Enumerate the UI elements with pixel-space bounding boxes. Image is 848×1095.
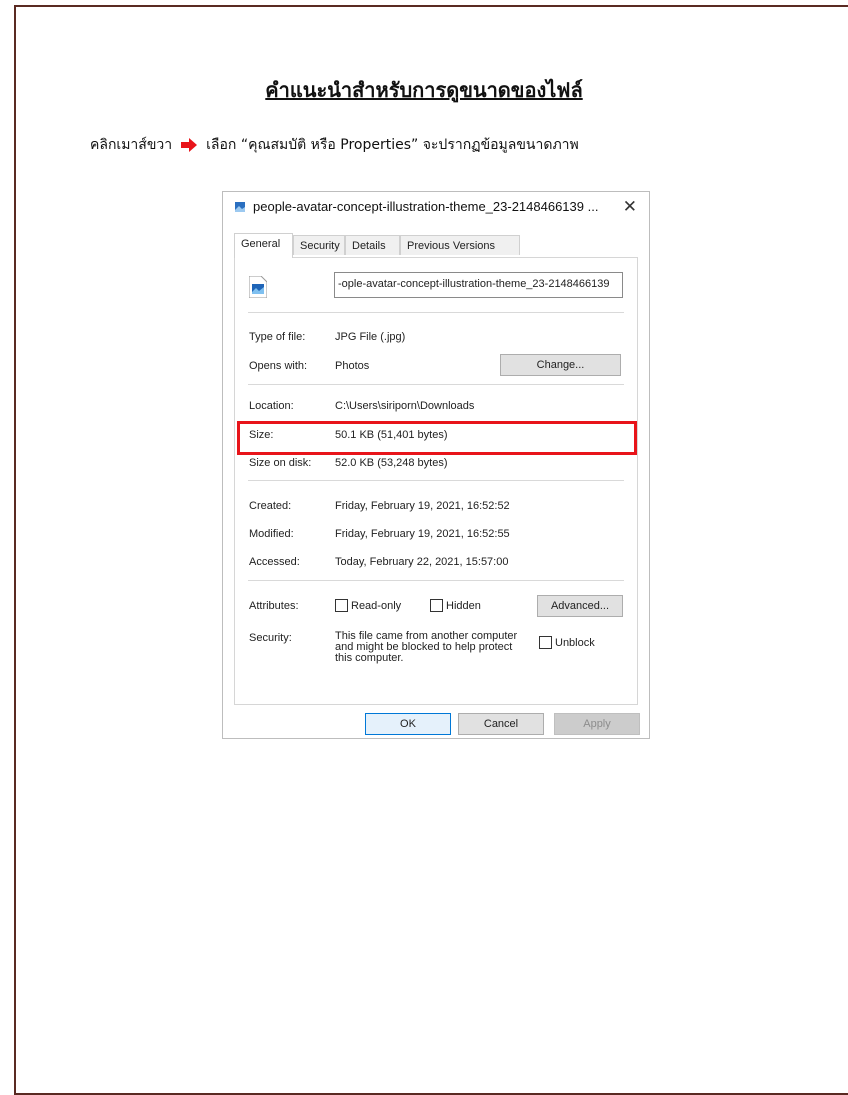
- advanced-button[interactable]: Advanced...: [537, 595, 623, 617]
- opens-with-value: Photos: [335, 360, 370, 372]
- filename-input[interactable]: -ople-avatar-concept-illustration-theme_…: [334, 272, 623, 298]
- opens-with-label: Opens with:: [249, 360, 308, 372]
- tab-general[interactable]: General: [234, 233, 293, 258]
- close-icon[interactable]: ✕: [623, 197, 637, 217]
- modified-value: Friday, February 19, 2021, 16:52:55: [335, 528, 510, 540]
- instruction-right-click-text: คลิกเมาส์ขวา: [90, 137, 173, 153]
- location-value: C:\Users\siriporn\Downloads: [335, 400, 475, 412]
- hidden-checkbox[interactable]: [430, 599, 443, 612]
- created-label: Created:: [249, 500, 292, 512]
- size-highlight-box: [237, 421, 637, 455]
- hidden-label: Hidden: [446, 600, 481, 612]
- unblock-checkbox[interactable]: [539, 636, 552, 649]
- size-on-disk-value: 52.0 KB (53,248 bytes): [335, 457, 448, 469]
- jpg-file-icon: [249, 276, 267, 298]
- tab-details[interactable]: Details: [345, 235, 400, 255]
- ok-button[interactable]: OK: [365, 713, 451, 735]
- dialog-title: people-avatar-concept-illustration-theme…: [253, 199, 599, 214]
- page-title: คำแนะนำสำหรับการดูขนาดของไฟล์: [265, 78, 583, 102]
- security-message-line: this computer.: [335, 652, 404, 664]
- separator: [248, 480, 624, 481]
- separator: [248, 580, 624, 581]
- instruction-select-properties-text: เลือก “คุณสมบัติ หรือ Properties” จะปราก…: [206, 137, 579, 153]
- security-message: This file came from another computer and…: [335, 631, 517, 664]
- tab-security[interactable]: Security: [293, 235, 345, 255]
- properties-dialog: people-avatar-concept-illustration-theme…: [222, 191, 650, 739]
- type-of-file-value: JPG File (.jpg): [335, 331, 406, 343]
- size-on-disk-label: Size on disk:: [249, 457, 312, 469]
- cancel-button[interactable]: Cancel: [458, 713, 544, 735]
- separator: [248, 312, 624, 313]
- change-button[interactable]: Change...: [500, 354, 621, 376]
- type-of-file-label: Type of file:: [249, 331, 306, 343]
- apply-button[interactable]: Apply: [554, 713, 640, 735]
- dialog-title-bar[interactable]: people-avatar-concept-illustration-theme…: [223, 192, 649, 222]
- separator: [248, 384, 624, 385]
- location-label: Location:: [249, 400, 294, 412]
- accessed-label: Accessed:: [249, 556, 300, 568]
- image-file-icon: [235, 202, 245, 212]
- instruction-line: คลิกเมาส์ขวา เลือก “คุณสมบัติ หรือ Prope…: [90, 134, 579, 156]
- created-value: Friday, February 19, 2021, 16:52:52: [335, 500, 510, 512]
- attributes-label: Attributes:: [249, 600, 299, 612]
- tab-previous-versions[interactable]: Previous Versions: [400, 235, 520, 255]
- readonly-checkbox[interactable]: [335, 599, 348, 612]
- unblock-label: Unblock: [555, 637, 595, 649]
- modified-label: Modified:: [249, 528, 294, 540]
- security-label: Security:: [249, 632, 292, 644]
- right-arrow-icon: [181, 138, 198, 152]
- readonly-label: Read-only: [351, 600, 402, 612]
- accessed-value: Today, February 22, 2021, 15:57:00: [335, 556, 509, 568]
